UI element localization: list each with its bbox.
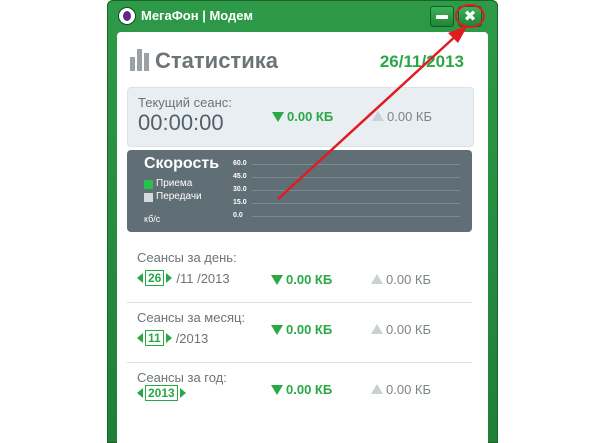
speed-graph-panel: Скорость Приема Передачи кб/с 60.0 45.0 … (127, 150, 472, 232)
year-sessions-label: Сеансы за год: (137, 370, 227, 385)
grid-line (252, 164, 460, 165)
grid-line (252, 177, 460, 178)
y-tick-label: 60.0 (233, 160, 247, 167)
current-session-box: Текущий сеанс: 00:00:00 0.00 КБ 0.00 КБ (127, 87, 474, 147)
received-value: 0.00 КБ (287, 109, 334, 124)
receive-legend-swatch (144, 180, 153, 189)
sent-value: 0.00 КБ (387, 109, 433, 124)
next-month-arrow-icon[interactable] (165, 333, 172, 343)
y-tick-label: 0.0 (233, 212, 243, 219)
session-timer: 00:00:00 (138, 110, 224, 135)
day-value[interactable]: 26 (145, 270, 165, 286)
send-legend-label: Передачи (156, 191, 202, 202)
app-window: МегаФон | Модем ✖ Статистика 26/11/2013 … (107, 0, 498, 443)
minimize-icon (436, 14, 448, 19)
month-value[interactable]: 11 (145, 330, 164, 346)
prev-year-arrow-icon[interactable] (137, 388, 143, 398)
divider (127, 302, 472, 303)
bar-chart-icon (130, 49, 150, 71)
prev-day-arrow-icon[interactable] (137, 273, 143, 283)
prev-month-arrow-icon[interactable] (137, 333, 143, 343)
y-tick-label: 30.0 (233, 186, 247, 193)
grid-line (252, 216, 460, 217)
current-date: 26/11/2013 (379, 52, 464, 71)
received-value: 0.00 КБ (286, 272, 333, 287)
day-picker-suffix: /11 /2013 (176, 270, 230, 286)
received-value: 0.00 КБ (286, 322, 333, 337)
upload-arrow-icon (371, 324, 383, 334)
day-sessions-row: Сеансы за день: 26 /11 /2013 0.00 КБ 0.0… (127, 245, 472, 303)
send-legend-swatch (144, 193, 153, 202)
grid-line (252, 190, 460, 191)
next-year-arrow-icon[interactable] (179, 388, 186, 398)
y-tick-label: 15.0 (233, 199, 247, 206)
megafon-logo-icon (119, 8, 135, 24)
current-session-label: Текущий сеанс: (138, 95, 232, 110)
year-sessions-row: Сеансы за год: 2013 0.00 КБ 0.00 КБ (127, 365, 472, 423)
window-title: МегаФон | Модем (141, 8, 253, 23)
received-value: 0.00 КБ (286, 382, 333, 397)
download-arrow-icon (271, 385, 283, 395)
sent-value: 0.00 КБ (386, 272, 432, 287)
day-sessions-label: Сеансы за день: (137, 250, 237, 265)
upload-arrow-icon (371, 384, 383, 394)
speed-title: Скорость (144, 155, 220, 172)
download-arrow-icon (272, 112, 284, 122)
speed-unit: кб/с (144, 214, 161, 224)
y-tick-label: 45.0 (233, 173, 247, 180)
minimize-button[interactable] (430, 6, 454, 27)
day-picker: 26 /11 /2013 (137, 270, 230, 286)
month-picker: 11 /2013 (137, 330, 208, 346)
month-sessions-label: Сеансы за месяц: (137, 310, 246, 325)
title-bar[interactable]: МегаФон | Модем ✖ (107, 0, 498, 32)
divider (127, 362, 472, 363)
sent-value: 0.00 КБ (386, 382, 432, 397)
receive-legend-label: Приема (156, 178, 193, 189)
sent-value: 0.00 КБ (386, 322, 432, 337)
page-title: Статистика (155, 48, 278, 73)
download-arrow-icon (271, 325, 283, 335)
year-value[interactable]: 2013 (145, 385, 178, 401)
upload-arrow-icon (372, 111, 384, 121)
month-picker-suffix: /2013 (175, 330, 209, 346)
month-sessions-row: Сеансы за месяц: 11 /2013 0.00 КБ 0.00 К… (127, 305, 472, 363)
statistics-panel: Статистика 26/11/2013 Текущий сеанс: 00:… (117, 32, 488, 443)
next-day-arrow-icon[interactable] (166, 273, 173, 283)
annotation-circle (455, 4, 485, 28)
grid-line (252, 203, 460, 204)
year-picker: 2013 (137, 385, 190, 401)
upload-arrow-icon (371, 274, 383, 284)
download-arrow-icon (271, 275, 283, 285)
